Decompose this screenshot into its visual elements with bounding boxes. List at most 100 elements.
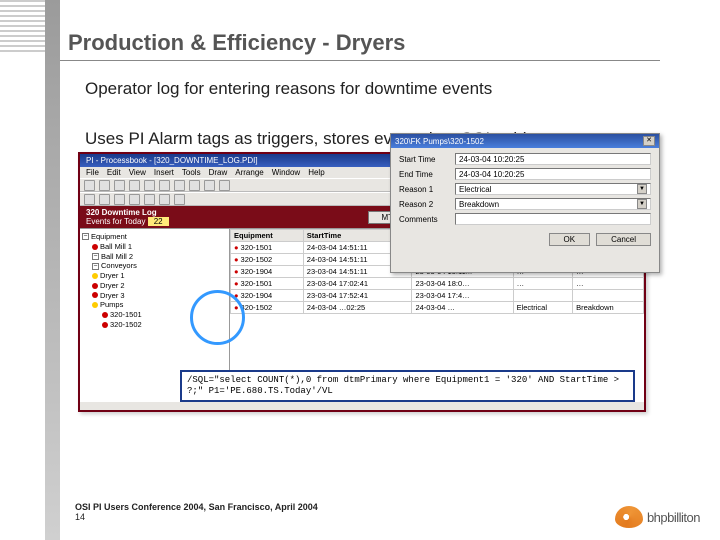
cell: 320-1502 [231, 302, 304, 314]
cell: 320-1501 [231, 278, 304, 290]
tree-label: Ball Mill 1 [100, 242, 132, 252]
table-row[interactable]: 320-150224-03-04 …02:2524-03-04 …Electri… [231, 302, 644, 314]
corner-stripes [0, 0, 45, 55]
reason-dialog: 320\FK Pumps\320-1502 ✕ Start Time 24-03… [390, 133, 660, 273]
tree-label: Conveyors [101, 261, 137, 271]
tree-node[interactable]: Ball Mill 1 [92, 242, 227, 252]
cell: 24-03-04 …02:25 [303, 302, 412, 314]
cell [573, 290, 644, 302]
cell: … [573, 278, 644, 290]
tool-icon[interactable] [219, 180, 230, 191]
tool-icon[interactable] [84, 180, 95, 191]
tool-icon[interactable] [99, 194, 110, 205]
tree-node[interactable]: 320-1502 [102, 320, 227, 330]
start-time-label: Start Time [399, 155, 449, 164]
sql-callout: /SQL="select COUNT(*),0 from dtmPrimary … [180, 370, 635, 402]
column-header[interactable]: Equipment [231, 230, 304, 242]
cell: 23-03-04 18:0… [412, 278, 513, 290]
dialog-titlebar: 320\FK Pumps\320-1502 ✕ [391, 134, 659, 148]
tree-node[interactable]: Dryer 1 [92, 271, 227, 281]
menu-help[interactable]: Help [308, 168, 324, 177]
status-red-icon [92, 244, 98, 250]
status-red-icon [92, 292, 98, 298]
tree-node[interactable]: Dryer 2 [92, 281, 227, 291]
close-icon[interactable]: ✕ [643, 136, 655, 146]
status-yellow-icon [92, 302, 98, 308]
events-label: Events for Today [86, 217, 145, 226]
bullet-1: Operator log for entering reasons for do… [85, 78, 645, 99]
tool-icon[interactable] [159, 194, 170, 205]
chevron-down-icon: ▼ [637, 199, 647, 209]
reason1-value: Electrical [459, 185, 491, 194]
tree-label: Equipment [91, 232, 127, 242]
menu-insert[interactable]: Insert [154, 168, 174, 177]
cancel-button[interactable]: Cancel [596, 233, 651, 246]
tool-icon[interactable] [129, 180, 140, 191]
tool-icon[interactable] [144, 194, 155, 205]
comments-label: Comments [399, 215, 449, 224]
logo-icon [615, 506, 643, 528]
cell: 320-1501 [231, 242, 304, 254]
table-row[interactable]: 320-190423-03-04 17:52:4123-03-04 17:4… [231, 290, 644, 302]
cell: 320-1904 [231, 290, 304, 302]
cell: 23-03-04 17:52:41 [303, 290, 412, 302]
collapse-icon: – [82, 233, 89, 240]
menu-edit[interactable]: Edit [107, 168, 121, 177]
footer-text: OSI PI Users Conference 2004, San Franci… [75, 502, 318, 512]
tree-label: Pumps [100, 300, 123, 310]
reason1-label: Reason 1 [399, 185, 449, 194]
status-red-icon [92, 283, 98, 289]
side-bar [45, 0, 60, 540]
end-time-label: End Time [399, 170, 449, 179]
menu-file[interactable]: File [86, 168, 99, 177]
tool-icon[interactable] [129, 194, 140, 205]
menu-window[interactable]: Window [272, 168, 300, 177]
comments-field[interactable] [455, 213, 651, 225]
tree-label: Ball Mill 2 [101, 252, 133, 262]
logo: bhpbilliton [615, 506, 700, 528]
dialog-title: 320\FK Pumps\320-1502 [395, 137, 484, 146]
end-time-value: 24-03-04 10:20:25 [455, 168, 651, 180]
status-yellow-icon [92, 273, 98, 279]
page-title: Production & Efficiency - Dryers [68, 30, 405, 56]
cell: 24-03-04 … [412, 302, 513, 314]
tree-label: Dryer 3 [100, 291, 125, 301]
menu-view[interactable]: View [129, 168, 146, 177]
tree-node[interactable]: –Conveyors [92, 261, 227, 271]
menu-arrange[interactable]: Arrange [235, 168, 263, 177]
tool-icon[interactable] [114, 180, 125, 191]
tree-node[interactable]: 320-1501 [102, 310, 227, 320]
table-row[interactable]: 320-150123-03-04 17:02:4123-03-04 18:0… …… [231, 278, 644, 290]
tree-node[interactable]: Pumps [92, 300, 227, 310]
menu-draw[interactable]: Draw [209, 168, 228, 177]
tool-icon[interactable] [204, 180, 215, 191]
cell: 23-03-04 17:02:41 [303, 278, 412, 290]
tool-icon[interactable] [144, 180, 155, 191]
tool-icon[interactable] [174, 194, 185, 205]
tree-node[interactable]: –Ball Mill 2 [92, 252, 227, 262]
tool-icon[interactable] [99, 180, 110, 191]
tool-icon[interactable] [159, 180, 170, 191]
status-red-icon [102, 312, 108, 318]
status-red-icon [102, 322, 108, 328]
footer: OSI PI Users Conference 2004, San Franci… [75, 502, 318, 522]
slide-number: 14 [75, 512, 318, 522]
tool-icon[interactable] [189, 180, 200, 191]
tool-icon[interactable] [114, 194, 125, 205]
reason1-combo[interactable]: Electrical ▼ [455, 183, 651, 195]
reason2-value: Breakdown [459, 200, 499, 209]
tool-icon[interactable] [84, 194, 95, 205]
reason2-combo[interactable]: Breakdown ▼ [455, 198, 651, 210]
menu-tools[interactable]: Tools [182, 168, 201, 177]
tree-node[interactable]: Dryer 3 [92, 291, 227, 301]
log-title: 320 Downtime Log [86, 208, 169, 217]
tree-label: 320-1501 [110, 310, 142, 320]
tree-label: 320-1502 [110, 320, 142, 330]
tree-node[interactable]: –Equipment [82, 232, 227, 242]
chevron-down-icon: ▼ [637, 184, 647, 194]
start-time-value: 24-03-04 10:20:25 [455, 153, 651, 165]
tool-icon[interactable] [174, 180, 185, 191]
events-count: 22 [148, 217, 169, 226]
ok-button[interactable]: OK [549, 233, 591, 246]
tree-label: Dryer 1 [100, 271, 125, 281]
